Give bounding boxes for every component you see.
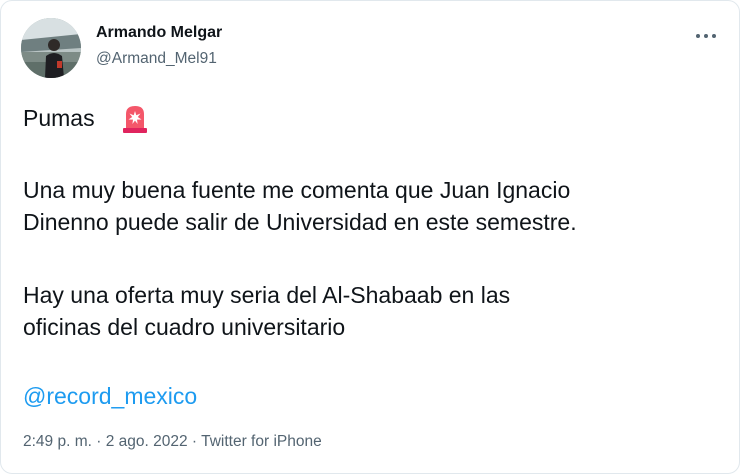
user-handle[interactable]: @Armand_Mel91 (96, 50, 217, 68)
tweet-text-line: Pumas (23, 105, 95, 131)
user-display-name[interactable]: Armando Melgar (96, 24, 222, 42)
meta-separator: · (91, 433, 106, 450)
tweet-text-line: Una muy buena fuente me comenta que Juan… (23, 177, 571, 203)
tweet-source[interactable]: Twitter for iPhone (201, 433, 322, 450)
avatar[interactable] (21, 18, 81, 78)
siren-icon (119, 102, 151, 134)
tweet-time[interactable]: 2:49 p. m. (23, 433, 92, 450)
more-options-button[interactable] (691, 25, 721, 47)
tweet-metadata: 2:49 p. m. · 2 ago. 2022 · Twitter for i… (23, 433, 322, 451)
more-dots-icon (696, 34, 716, 38)
tweet-card: Armando Melgar @Armand_Mel91 Pumas Una m… (0, 0, 740, 474)
tweet-text-line: Dinenno puede salir de Universidad en es… (23, 209, 577, 235)
tweet-text-line: oficinas del cuadro universitario (23, 314, 346, 340)
tweet-text-line: Hay una oferta muy seria del Al-Shabaab … (23, 282, 511, 308)
tweet-date[interactable]: 2 ago. 2022 (106, 433, 188, 450)
meta-separator: · (187, 433, 202, 450)
mention-link[interactable]: @record_mexico (23, 381, 197, 411)
